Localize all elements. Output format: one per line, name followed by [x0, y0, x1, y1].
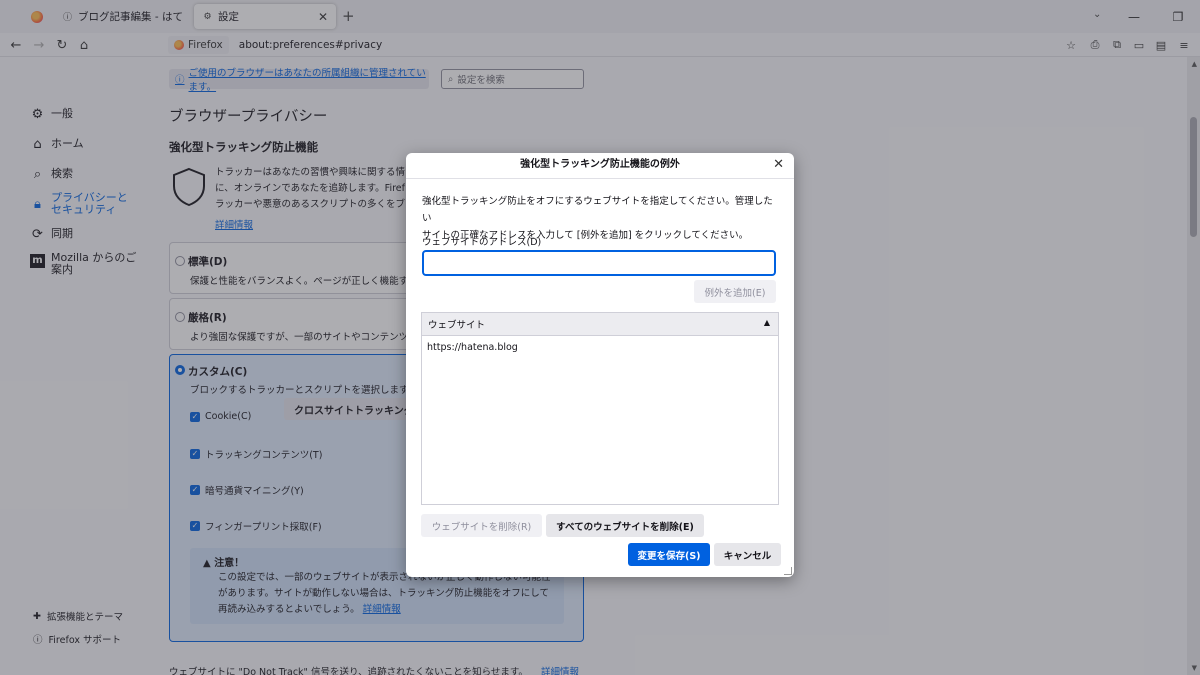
remove-website-button[interactable]: ウェブサイトを削除(R): [421, 514, 542, 537]
add-exception-button[interactable]: 例外を追加(E): [694, 280, 776, 303]
resize-grip-icon[interactable]: [784, 567, 792, 575]
list-item[interactable]: https://hatena.blog: [427, 342, 518, 353]
list-column-header[interactable]: ウェブサイト ▲: [422, 313, 778, 336]
dialog-title: 強化型トラッキング防止機能の例外: [520, 159, 680, 170]
cancel-button[interactable]: キャンセル: [714, 543, 781, 566]
website-address-input[interactable]: [422, 250, 776, 276]
sort-ascending-icon: ▲: [763, 318, 770, 327]
etp-exceptions-dialog: 強化型トラッキング防止機能の例外 ✕ 強化型トラッキング防止をオフにするウェブサ…: [406, 153, 794, 577]
dialog-desc-line: 強化型トラッキング防止をオフにするウェブサイトを指定してください。管理したい: [422, 196, 773, 224]
website-list[interactable]: ウェブサイト ▲ https://hatena.blog: [421, 312, 779, 505]
remove-all-websites-button[interactable]: すべてのウェブサイトを削除(E): [546, 514, 704, 537]
address-label: ウェブサイトのアドレス(D): [422, 237, 542, 248]
dialog-divider: [406, 178, 794, 179]
save-changes-button[interactable]: 変更を保存(S): [628, 543, 710, 566]
column-header-label: ウェブサイト: [428, 320, 486, 331]
close-icon[interactable]: ✕: [773, 158, 784, 172]
